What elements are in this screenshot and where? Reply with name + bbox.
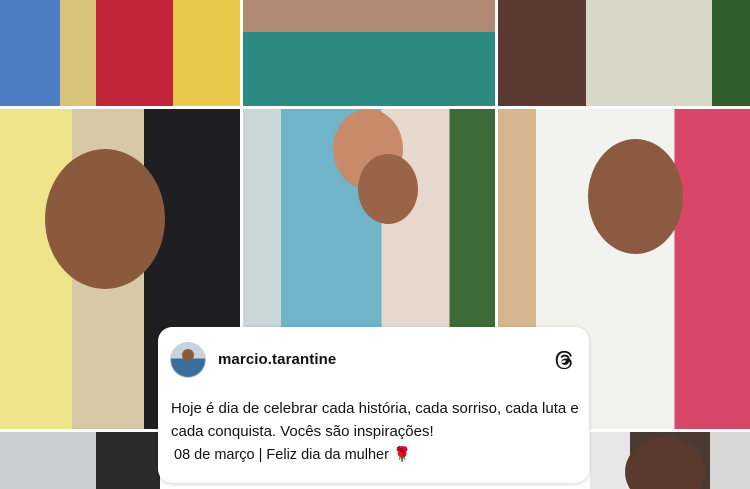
post-date-line: 08 de março | Feliz dia da mulher 🌹 xyxy=(174,446,411,463)
photo-tile[interactable] xyxy=(0,432,160,489)
threads-post-card[interactable]: marcio.tarantine Hoje é dia de celebrar … xyxy=(158,327,589,483)
photo-tile[interactable] xyxy=(243,109,495,327)
date-text: 08 de março | Feliz dia da mulher xyxy=(174,447,389,463)
post-username[interactable]: marcio.tarantine xyxy=(218,351,336,368)
photo-tile[interactable] xyxy=(243,0,495,106)
rose-icon: 🌹 xyxy=(392,447,412,463)
post-text: Hoje é dia de celebrar cada história, ca… xyxy=(171,400,579,440)
threads-logo-icon xyxy=(555,350,572,370)
photo-tile[interactable] xyxy=(590,432,750,489)
profile-avatar[interactable] xyxy=(170,342,206,378)
photo-tile[interactable] xyxy=(498,0,750,106)
photo-tile[interactable] xyxy=(0,0,240,106)
